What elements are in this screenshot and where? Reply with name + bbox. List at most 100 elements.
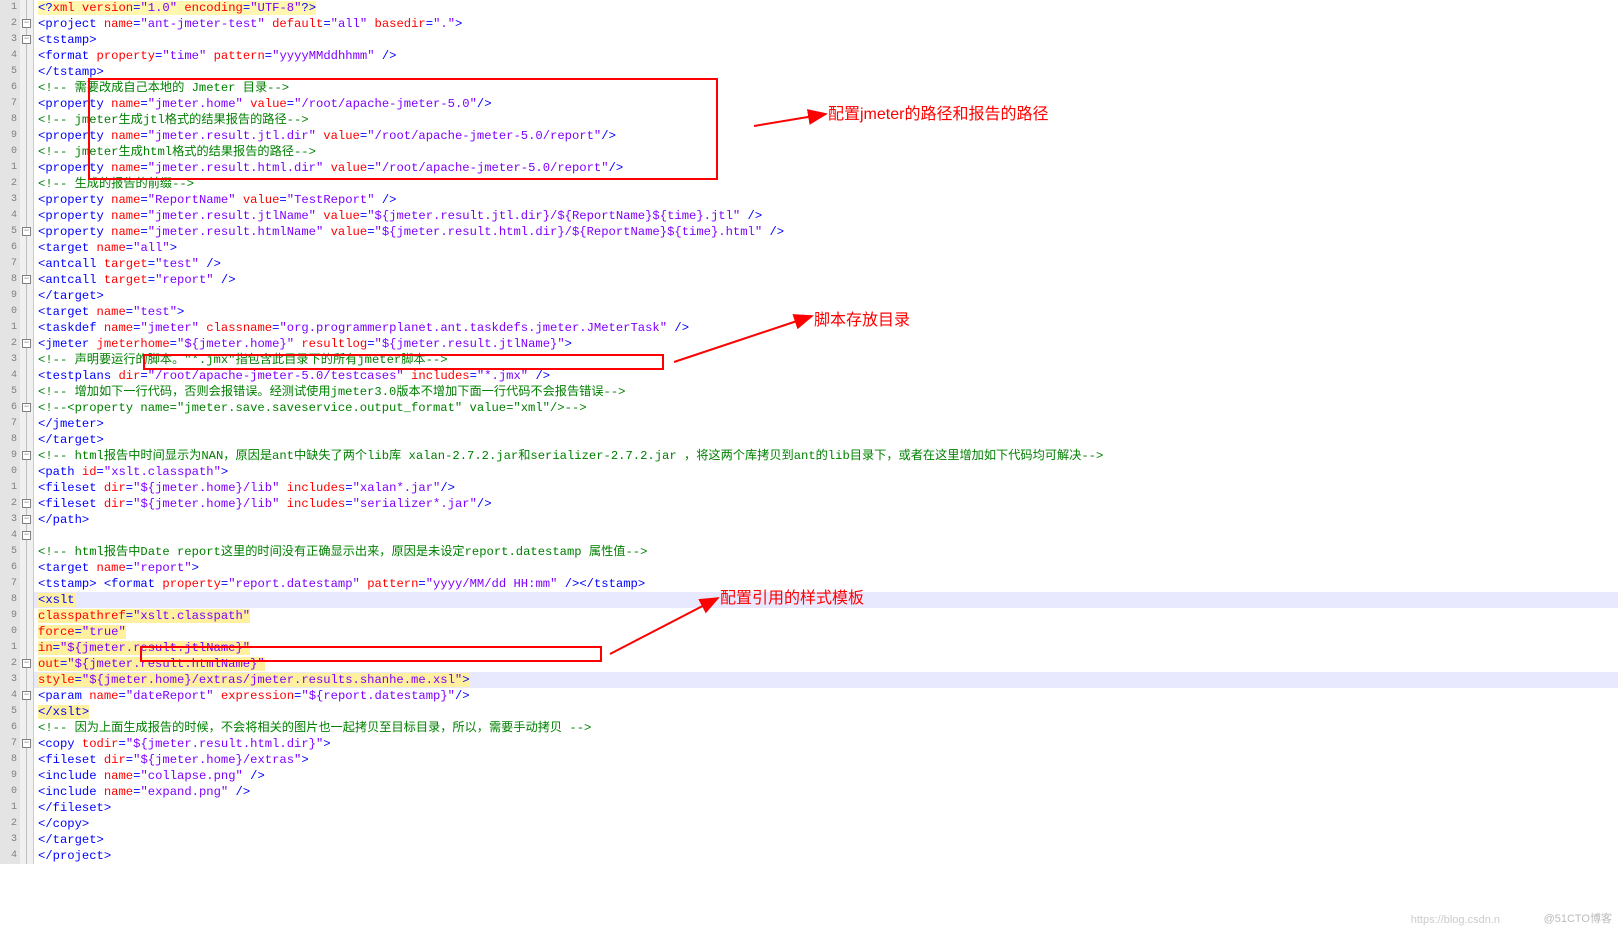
code-line[interactable]: <include name="expand.png" /> (34, 784, 1618, 800)
fold-toggle[interactable]: − (22, 739, 31, 748)
line-number: 5 (0, 704, 20, 720)
line-number: 8 (0, 272, 20, 288)
code-line[interactable]: <format property="time" pattern="yyyyMMd… (34, 48, 1618, 64)
code-line[interactable] (34, 528, 1618, 544)
fold-toggle[interactable]: − (22, 691, 31, 700)
watermark-url: https://blog.csdn.n (1411, 914, 1500, 926)
line-number: 8 (0, 112, 20, 128)
fold-toggle[interactable]: − (22, 451, 31, 460)
fold-toggle[interactable]: − (22, 19, 31, 28)
code-line[interactable]: <!--<property name="jmeter.save.saveserv… (34, 400, 1618, 416)
code-line[interactable]: </path> (34, 512, 1618, 528)
code-line[interactable]: <!-- jmeter生成jtl格式的结果报告的路径--> (34, 112, 1618, 128)
code-line[interactable]: <xslt (34, 592, 1618, 608)
fold-toggle[interactable]: − (22, 339, 31, 348)
line-number: 3 (0, 672, 20, 688)
line-number: 5 (0, 224, 20, 240)
code-line[interactable]: <copy todir="${jmeter.result.html.dir}"> (34, 736, 1618, 752)
line-number: 6 (0, 720, 20, 736)
code-line[interactable]: </fileset> (34, 800, 1618, 816)
line-number: 0 (0, 464, 20, 480)
code-line[interactable]: <property name="jmeter.result.html.dir" … (34, 160, 1618, 176)
line-number: 8 (0, 432, 20, 448)
line-number: 2 (0, 176, 20, 192)
code-line[interactable]: </target> (34, 288, 1618, 304)
line-number: 7 (0, 736, 20, 752)
code-editor-content[interactable]: 配置jmeter的路径和报告的路径 脚本存放目录 配置引用的样式模板 <?xml… (34, 0, 1618, 864)
code-line[interactable]: <!-- 增加如下一行代码，否则会报错误。经测试使用jmeter3.0版本不增加… (34, 384, 1618, 400)
line-number: 4 (0, 368, 20, 384)
line-number: 1 (0, 480, 20, 496)
code-line[interactable]: </xslt> (34, 704, 1618, 720)
line-number: 1 (0, 640, 20, 656)
line-number: 5 (0, 64, 20, 80)
code-line[interactable]: force="true" (34, 624, 1618, 640)
line-number-gutter: 1234567890123456789012345678901234567890… (0, 0, 20, 864)
code-line[interactable]: <!-- 生成的报告的前缀--> (34, 176, 1618, 192)
code-line[interactable]: in="${jmeter.result.jtlName}" (34, 640, 1618, 656)
code-line[interactable]: <target name="all"> (34, 240, 1618, 256)
line-number: 6 (0, 240, 20, 256)
code-line[interactable]: <taskdef name="jmeter" classname="org.pr… (34, 320, 1618, 336)
line-number: 0 (0, 304, 20, 320)
code-line[interactable]: <antcall target="test" /> (34, 256, 1618, 272)
line-number: 0 (0, 784, 20, 800)
line-number: 4 (0, 528, 20, 544)
code-line[interactable]: <fileset dir="${jmeter.home}/lib" includ… (34, 496, 1618, 512)
code-line[interactable]: classpathref="xslt.classpath" (34, 608, 1618, 624)
code-line[interactable]: <antcall target="report" /> (34, 272, 1618, 288)
code-line[interactable]: <!-- html报告中时间显示为NAN，原因是ant中缺失了两个lib库 xa… (34, 448, 1618, 464)
code-line[interactable]: <property name="ReportName" value="TestR… (34, 192, 1618, 208)
fold-toggle[interactable]: − (22, 531, 31, 540)
code-line[interactable]: <path id="xslt.classpath"> (34, 464, 1618, 480)
code-line[interactable]: <tstamp> (34, 32, 1618, 48)
fold-toggle[interactable]: − (22, 35, 31, 44)
code-line[interactable]: <param name="dateReport" expression="${r… (34, 688, 1618, 704)
fold-toggle[interactable]: − (22, 499, 31, 508)
fold-toggle[interactable]: − (22, 403, 31, 412)
code-line[interactable]: </tstamp> (34, 64, 1618, 80)
code-line[interactable]: <property name="jmeter.result.jtlName" v… (34, 208, 1618, 224)
line-number: 0 (0, 144, 20, 160)
fold-gutter[interactable]: − − − − − − − − − − − − − (20, 0, 34, 864)
code-line[interactable]: <?xml version="1.0" encoding="UTF-8"?> (34, 0, 1618, 16)
code-line[interactable]: <fileset dir="${jmeter.home}/extras"> (34, 752, 1618, 768)
code-line[interactable]: <include name="collapse.png" /> (34, 768, 1618, 784)
code-line[interactable]: <tstamp> <format property="report.datest… (34, 576, 1618, 592)
code-line[interactable]: <!-- jmeter生成html格式的结果报告的路径--> (34, 144, 1618, 160)
code-line[interactable]: <jmeter jmeterhome="${jmeter.home}" resu… (34, 336, 1618, 352)
code-line[interactable]: </target> (34, 432, 1618, 448)
code-line[interactable]: </jmeter> (34, 416, 1618, 432)
code-line[interactable]: <!-- html报告中Date report这里的时间没有正确显示出来，原因是… (34, 544, 1618, 560)
code-line[interactable]: <property name="jmeter.result.htmlName" … (34, 224, 1618, 240)
line-number: 2 (0, 16, 20, 32)
line-number: 7 (0, 416, 20, 432)
code-line[interactable]: <!-- 需要改成自己本地的 Jmeter 目录--> (34, 80, 1618, 96)
code-line[interactable]: <property name="jmeter.result.jtl.dir" v… (34, 128, 1618, 144)
code-line[interactable]: <fileset dir="${jmeter.home}/lib" includ… (34, 480, 1618, 496)
line-number: 5 (0, 384, 20, 400)
fold-toggle[interactable]: − (22, 227, 31, 236)
fold-toggle[interactable]: − (22, 659, 31, 668)
line-number: 4 (0, 208, 20, 224)
code-line[interactable]: <testplans dir="/root/apache-jmeter-5.0/… (34, 368, 1618, 384)
code-line[interactable]: <property name="jmeter.home" value="/roo… (34, 96, 1618, 112)
line-number: 2 (0, 816, 20, 832)
code-line[interactable]: style="${jmeter.home}/extras/jmeter.resu… (34, 672, 1618, 688)
code-line[interactable]: </copy> (34, 816, 1618, 832)
code-line[interactable]: </project> (34, 848, 1618, 864)
line-number: 8 (0, 592, 20, 608)
code-line[interactable]: out="${jmeter.result.htmlName}" (34, 656, 1618, 672)
code-line[interactable]: <project name="ant-jmeter-test" default=… (34, 16, 1618, 32)
fold-toggle[interactable]: − (22, 515, 31, 524)
code-line[interactable]: <!-- 声明要运行的脚本。"*.jmx"指包含此目录下的所有jmeter脚本-… (34, 352, 1618, 368)
code-line[interactable]: <target name="test"> (34, 304, 1618, 320)
line-number: 3 (0, 512, 20, 528)
code-line[interactable]: <!-- 因为上面生成报告的时候，不会将相关的图片也一起拷贝至目标目录，所以，需… (34, 720, 1618, 736)
code-line[interactable]: <target name="report"> (34, 560, 1618, 576)
fold-toggle[interactable]: − (22, 275, 31, 284)
line-number: 7 (0, 96, 20, 112)
code-line[interactable]: </target> (34, 832, 1618, 848)
line-number: 9 (0, 768, 20, 784)
line-number: 5 (0, 544, 20, 560)
